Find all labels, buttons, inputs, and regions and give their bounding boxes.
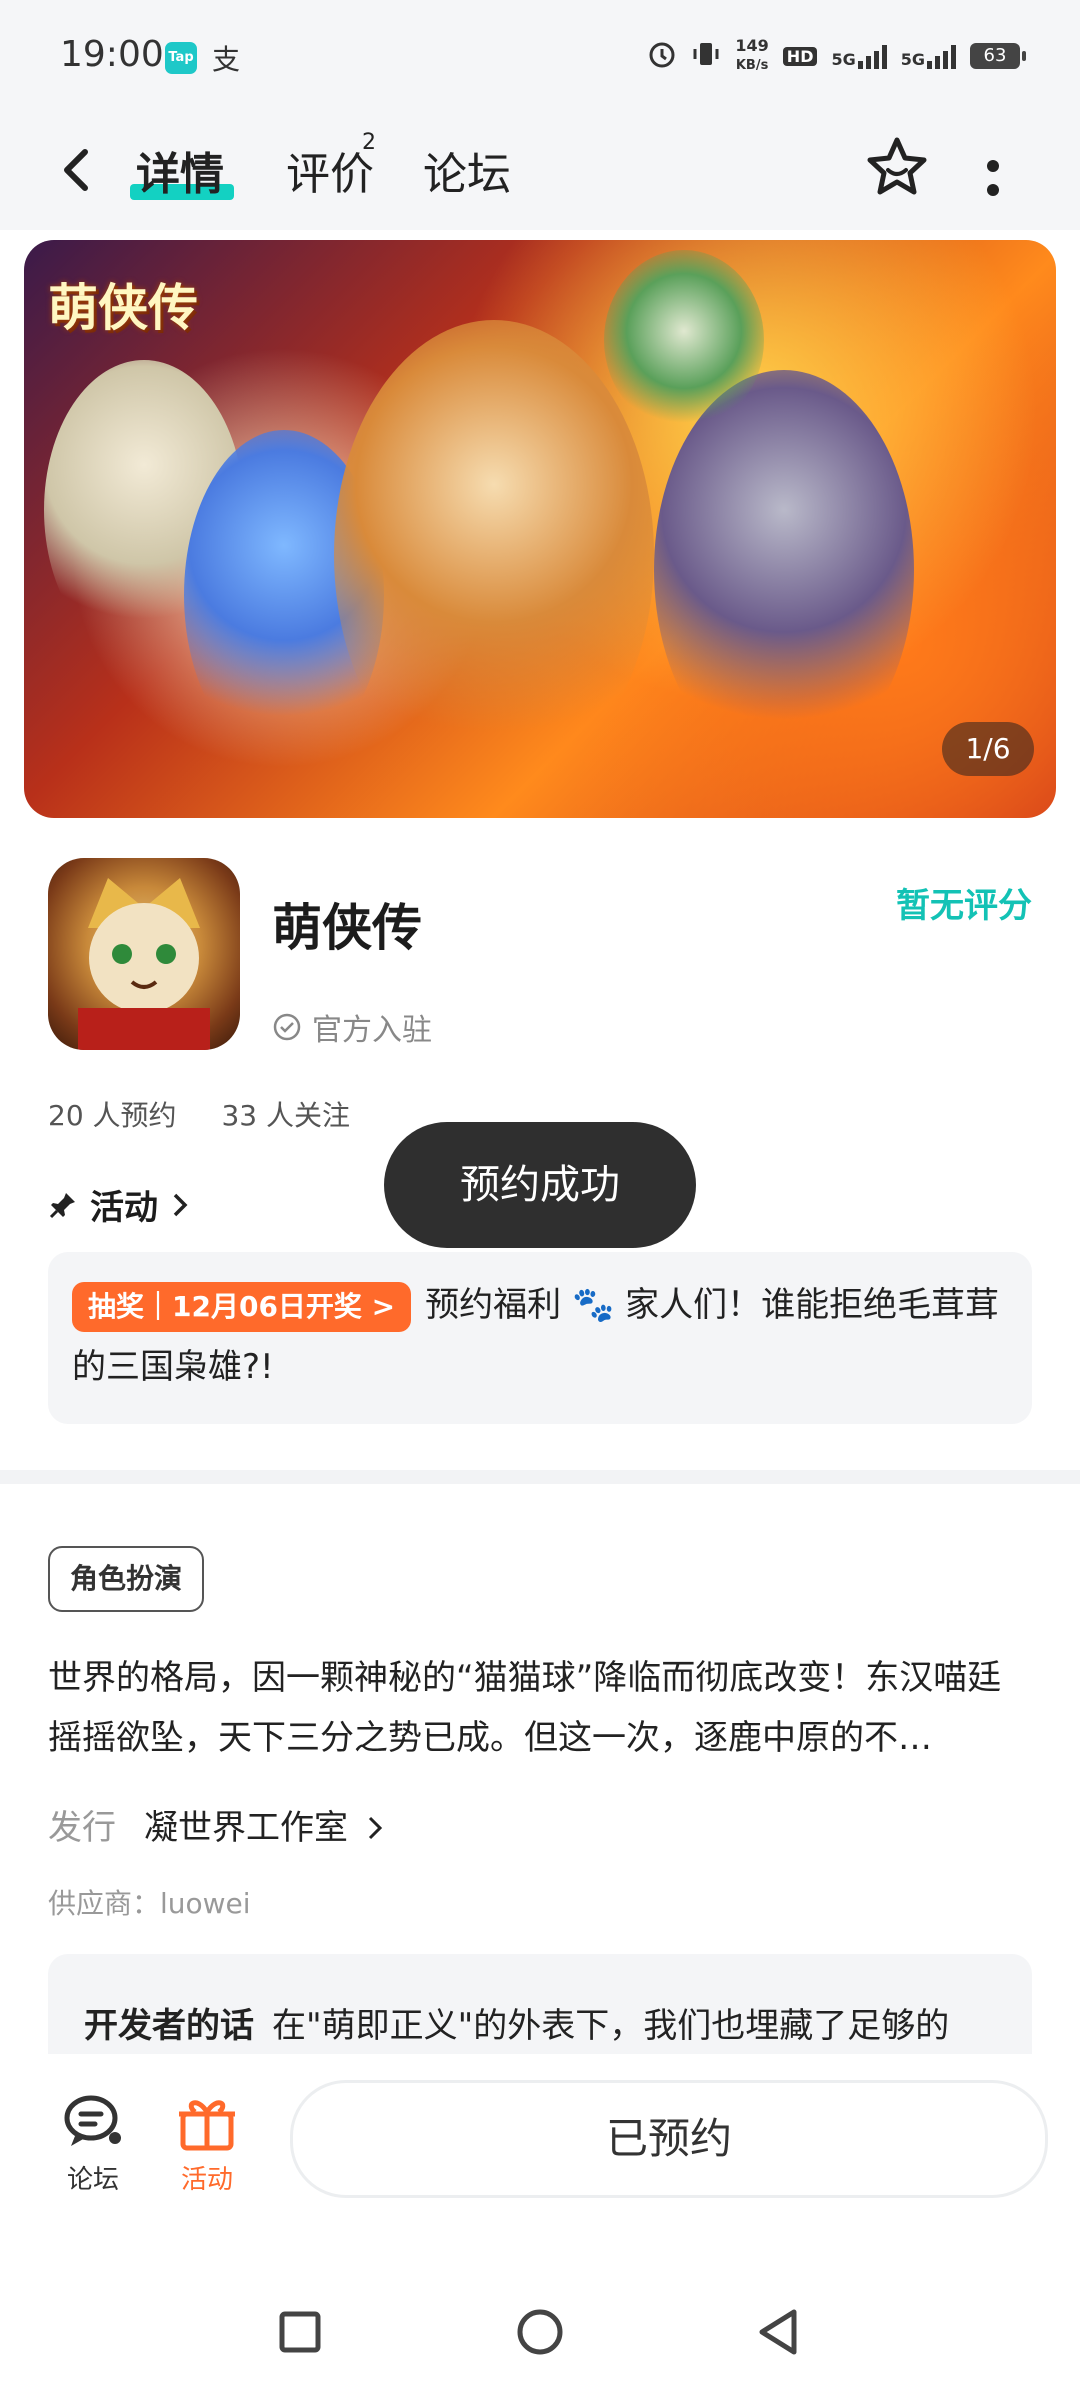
section-divider (0, 1470, 1080, 1484)
tab-reviews[interactable]: 评价 (286, 138, 374, 202)
supplier-text: 供应商：luowei (48, 1887, 251, 1920)
publisher-label: 发行 (48, 1808, 116, 1848)
publisher-row[interactable]: 发行 凝世界工作室 (48, 1800, 385, 1849)
developer-notes-text: 在"萌即正义"的外表下，我们也埋藏了足够的 (272, 2006, 950, 2046)
carousel-page-indicator: 1/6 (942, 722, 1034, 776)
developer-notes-label: 开发者的话 (84, 2006, 254, 2046)
signal-2-icon: 5G (901, 43, 956, 69)
developer-notes: 开发者的话 在"萌即正义"的外表下，我们也埋藏了足够的 (84, 1998, 949, 2047)
tab-forum[interactable]: 论坛 (423, 138, 511, 202)
more-options-icon[interactable] (978, 150, 1008, 210)
status-bar: 19:00 Tap 支 149 KB/s HD 5G 5G 63 (0, 0, 1080, 110)
game-description[interactable]: 世界的格局，因一颗神秘的“猫猫球”降临而彻底改变！东汉喵廷摇摇欲坠，天下三分之势… (48, 1648, 1032, 1768)
back-nav-icon[interactable] (756, 2308, 800, 2360)
genre-tag[interactable]: 角色扮演 (48, 1546, 205, 1612)
net-speed-value: 149 (735, 36, 769, 55)
signal-1-label: 5G (831, 50, 856, 69)
taptap-notification-icon: Tap (165, 42, 197, 74)
favorite-star-icon[interactable] (862, 132, 932, 202)
activity-title: 活动 (90, 1188, 158, 1228)
activity-card[interactable]: 抽奖｜12月06日开奖 > 预约福利 🐾 家人们！谁能拒绝毛茸茸的三国枭雄?! (48, 1252, 1032, 1424)
lottery-badge[interactable]: 抽奖｜12月06日开奖 > (72, 1281, 412, 1332)
net-speed: 149 KB/s (735, 37, 768, 75)
official-verified: 官方入驻 (272, 1005, 432, 1049)
alarm-icon (647, 39, 677, 74)
activity-text: 抽奖｜12月06日开奖 > 预约福利 🐾 家人们！谁能拒绝毛茸茸的三国枭雄?! (72, 1274, 1008, 1398)
top-nav: 详情 评价 2 论坛 (0, 110, 1080, 230)
developer-notes-card[interactable]: 开发者的话 在"萌即正义"的外表下，我们也埋藏了足够的 (48, 1954, 1032, 2054)
app-icon (48, 858, 240, 1050)
chevron-right-icon (368, 1816, 382, 1840)
toast-reservation-success: 预约成功 (384, 1122, 696, 1248)
gift-icon (179, 2100, 235, 2151)
chevron-right-icon (173, 1193, 188, 1216)
vibrate-icon (691, 39, 721, 74)
official-label: 官方入驻 (312, 1013, 432, 1048)
status-indicators: 149 KB/s HD 5G 5G 63 (647, 36, 1026, 76)
character-illustration (334, 320, 654, 790)
pin-icon (49, 1192, 75, 1218)
reservation-count: 20 人预约 (48, 1099, 177, 1132)
net-speed-unit: KB/s (735, 58, 769, 73)
reviews-count-badge: 2 (362, 130, 376, 155)
reserved-button[interactable]: 已预约 (290, 2080, 1048, 2198)
bottom-action-bar: 论坛 活动 已预约 (0, 2054, 1080, 2244)
activity-section-header[interactable]: 活动 (48, 1180, 190, 1229)
activity-shortcut[interactable]: 活动 (152, 2092, 262, 2196)
forum-shortcut-label: 论坛 (66, 2165, 119, 2195)
follower-count: 33 人关注 (221, 1099, 350, 1132)
status-time: 19:00 (60, 34, 164, 75)
character-illustration (604, 250, 764, 430)
battery-icon: 63 (970, 43, 1026, 69)
recent-apps-icon[interactable] (278, 2310, 322, 2358)
alipay-notification-icon: 支 (212, 43, 241, 76)
app-title: 萌侠传 (272, 899, 422, 957)
signal-2-label: 5G (900, 50, 925, 69)
rating-status: 暂无评分 (896, 886, 1032, 926)
hd-icon: HD (782, 46, 818, 66)
forum-chat-icon (64, 2095, 121, 2146)
hero-banner-carousel[interactable]: 萌侠传 1/6 (24, 240, 1056, 818)
publisher-name: 凝世界工作室 (144, 1808, 348, 1848)
back-arrow-icon[interactable] (55, 140, 95, 200)
tab-details[interactable]: 详情 (136, 138, 224, 202)
system-navigation-bar (0, 2244, 1080, 2400)
signal-1-icon: 5G (831, 43, 887, 69)
home-icon[interactable] (516, 2308, 564, 2360)
verified-check-icon (273, 1013, 301, 1041)
app-stats: 20 人预约 33 人关注 (48, 1094, 386, 1134)
banner-game-logo: 萌侠传 (48, 279, 198, 337)
activity-shortcut-label: 活动 (180, 2165, 233, 2195)
character-illustration (654, 370, 914, 770)
forum-shortcut[interactable]: 论坛 (38, 2092, 148, 2196)
